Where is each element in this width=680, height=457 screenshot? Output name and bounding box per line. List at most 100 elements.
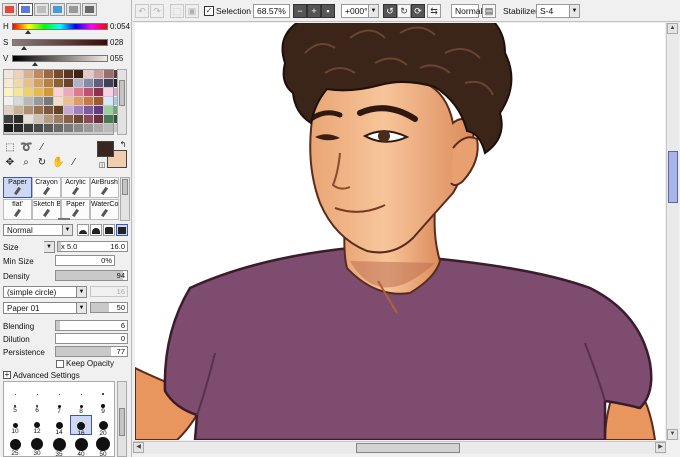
brush-size-preset[interactable]: 9 — [92, 396, 114, 416]
color-swatch[interactable] — [24, 97, 33, 105]
saturation-pointer-icon[interactable] — [21, 46, 28, 50]
move-icon[interactable]: ✥ — [4, 157, 16, 169]
saturation-bar[interactable] — [12, 39, 108, 46]
value-pointer-icon[interactable] — [31, 62, 38, 66]
color-swatch[interactable] — [24, 115, 33, 123]
color-swatch[interactable] — [74, 124, 83, 132]
color-swatch[interactable] — [34, 97, 43, 105]
brush-size-preset[interactable]: 4 — [92, 382, 114, 397]
color-swatch[interactable] — [44, 97, 53, 105]
color-swatch[interactable] — [104, 106, 113, 114]
zoom-icon[interactable]: ⌕ — [20, 157, 32, 169]
swatches-icon[interactable] — [66, 3, 81, 16]
color-wheel-icon[interactable] — [2, 3, 17, 16]
color-swatch[interactable] — [14, 97, 23, 105]
dilution-field[interactable]: 0 — [55, 333, 128, 344]
hsv-slider-icon[interactable] — [34, 3, 49, 16]
vertical-scroll-thumb[interactable] — [668, 150, 678, 203]
color-swatch[interactable] — [44, 124, 53, 132]
preset-scrollbar[interactable] — [117, 381, 127, 457]
color-swatch[interactable] — [54, 97, 63, 105]
flip-horizontal-icon[interactable]: ⇆ — [427, 4, 441, 18]
brush-size-preset[interactable]: 30 — [26, 434, 48, 456]
color-swatch[interactable] — [4, 79, 13, 87]
scroll-left-icon[interactable]: ◀ — [133, 442, 144, 453]
color-swatch[interactable] — [34, 70, 43, 78]
zoom-reset-icon[interactable]: ▪ — [321, 4, 335, 18]
color-swatch[interactable] — [104, 70, 113, 78]
magic-wand-icon[interactable]: ⁄ — [36, 142, 48, 154]
color-swatch[interactable] — [14, 106, 23, 114]
brush-size-preset[interactable]: 2.6 — [26, 382, 48, 397]
color-swatch[interactable] — [94, 70, 103, 78]
color-swatch[interactable] — [4, 124, 13, 132]
color-swatch[interactable] — [84, 115, 93, 123]
swatch-scrollbar[interactable] — [117, 69, 127, 135]
texture-strength-field[interactable]: 50 — [90, 302, 128, 313]
stabilizer-select[interactable]: S-4 ▼ — [536, 4, 580, 18]
color-swatch[interactable] — [84, 97, 93, 105]
drawing-canvas[interactable] — [135, 23, 665, 440]
rotate-reset-icon[interactable]: ⟳ — [411, 4, 425, 18]
color-swatch[interactable] — [54, 70, 63, 78]
color-swatch[interactable] — [74, 97, 83, 105]
color-swatch[interactable] — [24, 124, 33, 132]
selection-checkbox[interactable]: ✓ — [204, 6, 214, 16]
brush-tool[interactable]: Crayon — [32, 177, 61, 198]
color-swatch[interactable] — [14, 88, 23, 96]
rgb-slider-icon[interactable] — [18, 3, 33, 16]
color-swatch[interactable] — [74, 79, 83, 87]
color-swatch[interactable] — [94, 106, 103, 114]
color-swatch[interactable] — [104, 115, 113, 123]
color-swatch[interactable] — [34, 88, 43, 96]
brush-scroll-thumb[interactable] — [122, 179, 128, 195]
brush-size-preset[interactable]: 6 — [26, 396, 48, 416]
color-swatch[interactable] — [4, 88, 13, 96]
color-swatch[interactable] — [54, 88, 63, 96]
color-swatch[interactable] — [64, 124, 73, 132]
rotate-right-icon[interactable]: ↻ — [397, 4, 411, 18]
zoom-out-icon[interactable]: − — [293, 4, 307, 18]
hue-pointer-icon[interactable] — [25, 30, 32, 34]
color-swatch[interactable] — [54, 106, 63, 114]
keep-opacity-checkbox[interactable] — [56, 360, 64, 368]
redo-icon[interactable]: ↷ — [150, 4, 164, 18]
brush-size-preset[interactable]: 35 — [48, 434, 70, 456]
color-swatch[interactable] — [84, 79, 93, 87]
persistence-field[interactable]: 77 — [55, 346, 128, 357]
edge-full-button[interactable] — [116, 224, 128, 236]
color-swatch[interactable] — [34, 79, 43, 87]
color-swatch[interactable] — [64, 97, 73, 105]
color-swatch[interactable] — [54, 79, 63, 87]
edge-medium-button[interactable] — [90, 224, 102, 236]
brush-size-preset[interactable]: 8 — [70, 396, 92, 416]
color-swatch[interactable] — [94, 115, 103, 123]
color-swatch[interactable] — [64, 88, 73, 96]
texture-select[interactable]: Paper 01 ▼ — [3, 302, 87, 314]
color-swatch[interactable] — [94, 88, 103, 96]
scroll-up-icon[interactable]: ▲ — [667, 23, 678, 34]
color-swatch[interactable] — [64, 79, 73, 87]
color-swatch[interactable] — [44, 88, 53, 96]
color-swatch[interactable] — [44, 70, 53, 78]
color-swatch[interactable] — [4, 106, 13, 114]
brush-size-preset[interactable]: 50 — [92, 434, 114, 456]
brush-size-preset[interactable]: 3.5 — [70, 382, 92, 397]
color-swatch[interactable] — [94, 97, 103, 105]
scratchpad-icon[interactable] — [82, 3, 97, 16]
color-swatch[interactable] — [84, 70, 93, 78]
brush-size-preset[interactable]: 7 — [48, 396, 70, 416]
color-swatch[interactable] — [64, 106, 73, 114]
transparent-color-icon[interactable]: ◫ — [96, 160, 108, 172]
brush-size-preset[interactable]: 3 — [48, 382, 70, 397]
color-swatch[interactable] — [24, 106, 33, 114]
min-size-field[interactable]: 0% — [55, 255, 115, 266]
brush-size-preset[interactable]: 10 — [4, 415, 26, 435]
color-swatch[interactable] — [24, 79, 33, 87]
color-swatch[interactable] — [14, 115, 23, 123]
color-swatch[interactable] — [4, 97, 13, 105]
lasso-icon[interactable]: ➰ — [20, 142, 32, 154]
eyedropper-icon[interactable]: ⁄ — [68, 157, 80, 169]
color-swatch[interactable] — [84, 106, 93, 114]
brush-tool[interactable]: Paper — [61, 199, 90, 220]
